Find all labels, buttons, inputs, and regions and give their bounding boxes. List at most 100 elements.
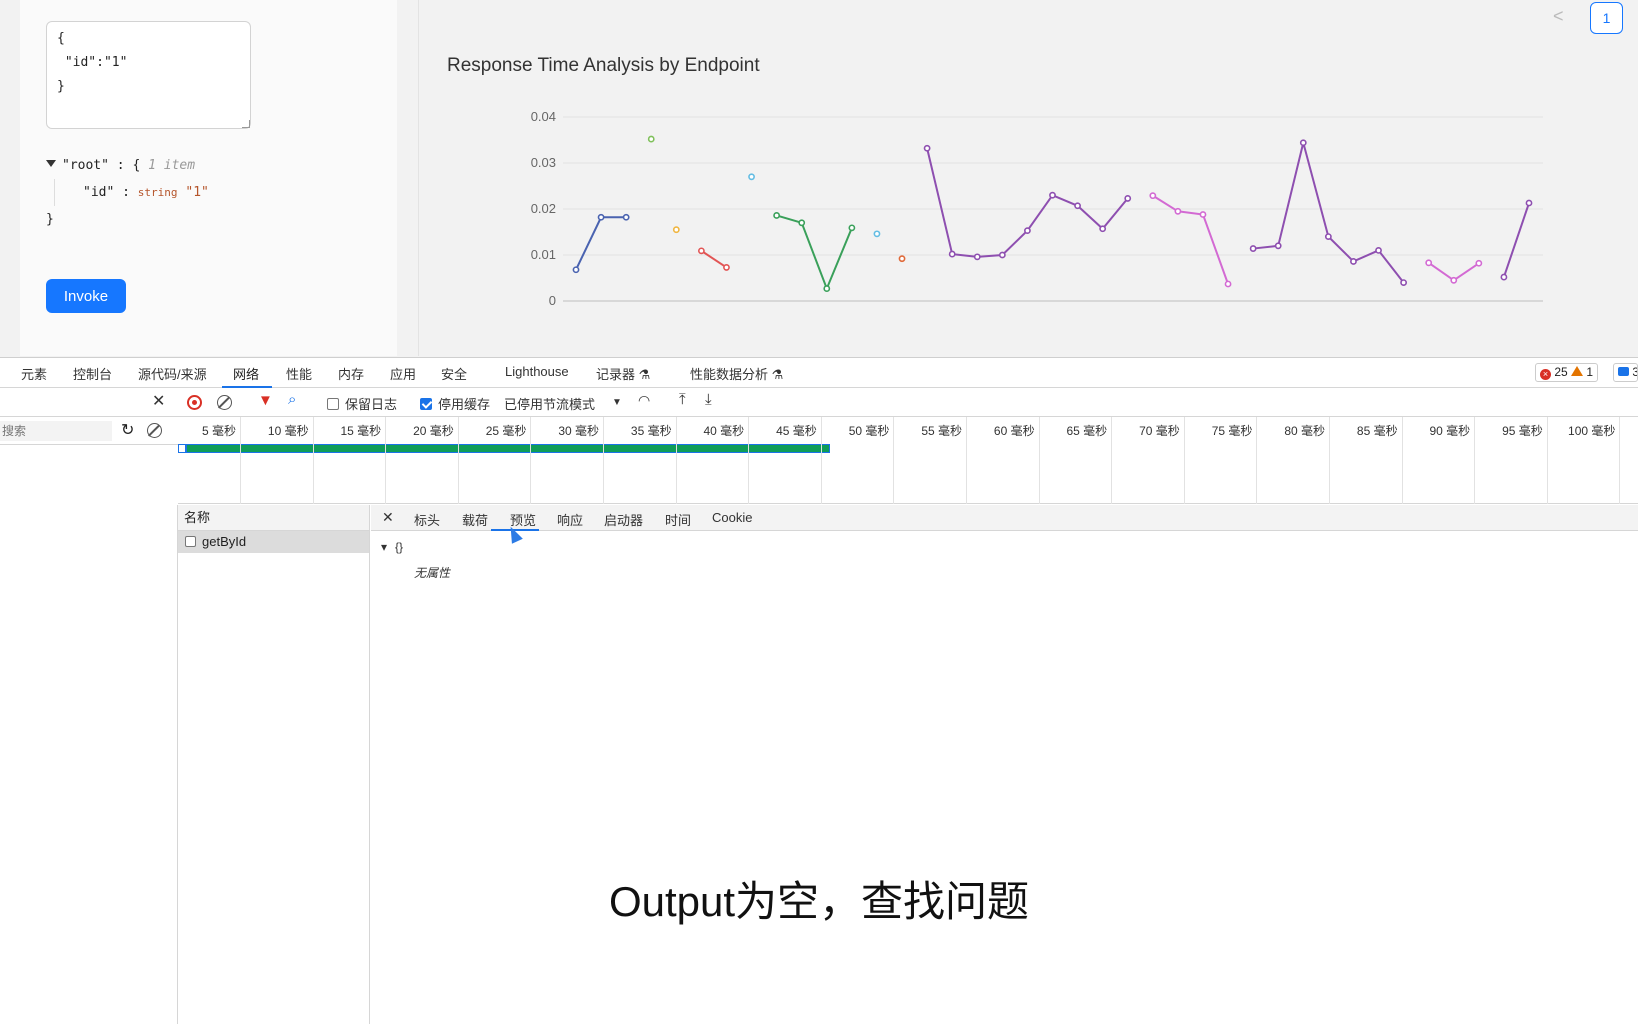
data-point[interactable] <box>1174 207 1182 215</box>
network-timeline[interactable]: 5 毫秒 10 毫秒 15 毫秒 20 毫秒 25 毫秒 30 毫秒 35 毫秒 40 毫秒 4… <box>178 417 1638 504</box>
tab-response[interactable]: 响应 <box>557 510 583 529</box>
pagination-page-1[interactable]: 1 <box>1590 2 1623 34</box>
timeline-tick-line <box>385 417 387 504</box>
data-point[interactable] <box>798 219 806 227</box>
series-line <box>575 216 627 271</box>
data-point[interactable] <box>597 213 605 221</box>
throttle-select[interactable]: 已停用节流模式 <box>504 394 595 413</box>
data-point[interactable] <box>848 224 856 232</box>
preview-caret-icon[interactable]: ▾ <box>381 540 387 554</box>
data-point[interactable] <box>1350 258 1357 265</box>
data-point[interactable] <box>1199 211 1207 218</box>
data-point[interactable] <box>1224 280 1232 288</box>
tab-headers[interactable]: 标头 <box>414 510 440 529</box>
data-point[interactable] <box>1099 225 1107 233</box>
tab-cookies[interactable]: Cookie <box>712 510 752 525</box>
network-conditions-icon[interactable]: ◠ <box>638 392 650 409</box>
data-point[interactable] <box>1074 202 1081 210</box>
tab-security[interactable]: 安全 <box>441 364 467 383</box>
request-list: 名称 getById <box>178 505 370 1024</box>
disable-cache-label: 停用缓存 <box>438 397 491 412</box>
data-point[interactable] <box>1450 276 1458 284</box>
data-point[interactable] <box>1525 199 1533 207</box>
request-name: getById <box>202 534 247 549</box>
data-point[interactable] <box>1375 246 1382 254</box>
messages-badge[interactable]: 3 <box>1613 363 1638 382</box>
data-point[interactable] <box>1249 245 1257 252</box>
preserve-log-checkbox[interactable]: 保留日志 <box>327 394 397 413</box>
tab-performance-insights[interactable]: 性能数据分析 ⚗ <box>690 364 783 383</box>
request-row[interactable]: getById <box>178 531 369 553</box>
timeline-tick-line <box>1401 417 1403 504</box>
checkbox-icon <box>327 398 339 410</box>
data-point[interactable] <box>622 213 630 221</box>
close-icon[interactable]: ✕ <box>152 391 165 411</box>
name-column-header[interactable]: 名称 <box>178 505 369 531</box>
filter-row: ↻ <box>0 417 178 445</box>
data-point[interactable] <box>572 266 580 274</box>
data-point[interactable] <box>773 212 781 219</box>
export-icon[interactable]: ⤓ <box>705 391 712 408</box>
data-point[interactable] <box>898 255 906 263</box>
data-point[interactable] <box>1425 259 1433 267</box>
timeline-tick-line <box>1038 417 1040 504</box>
tab-performance[interactable]: 性能 <box>286 364 312 383</box>
data-point[interactable] <box>748 173 755 181</box>
data-point[interactable] <box>1299 139 1307 147</box>
clear-search-icon[interactable] <box>147 423 162 438</box>
timeline-tick-line <box>240 417 241 504</box>
timeline-tick-label: 30 毫秒 <box>558 424 599 438</box>
tab-lighthouse[interactable]: Lighthouse <box>505 364 569 379</box>
data-point[interactable] <box>1400 279 1408 286</box>
tab-recorder[interactable]: 记录器 ⚗ <box>596 364 650 383</box>
data-point[interactable] <box>973 253 981 261</box>
tab-elements[interactable]: 元素 <box>21 364 47 383</box>
data-point[interactable] <box>873 230 881 238</box>
clear-icon[interactable] <box>217 395 232 410</box>
data-point[interactable] <box>723 264 730 271</box>
series-line <box>1253 142 1405 284</box>
data-point[interactable] <box>1324 233 1332 240</box>
data-point[interactable] <box>1274 242 1282 250</box>
y-tick-label: 0.03 <box>531 155 556 170</box>
tab-timing[interactable]: 时间 <box>665 510 691 529</box>
search-input[interactable] <box>0 421 112 441</box>
data-point[interactable] <box>1124 195 1132 202</box>
data-point[interactable] <box>823 285 831 292</box>
tab-console[interactable]: 控制台 <box>73 364 112 383</box>
dropdown-caret-icon[interactable]: ▼ <box>612 397 622 408</box>
search-icon[interactable]: ⌕ <box>288 391 296 408</box>
filter-icon[interactable]: ▼ <box>258 392 273 409</box>
data-point[interactable] <box>1500 273 1508 281</box>
data-point[interactable] <box>1475 259 1483 267</box>
import-icon[interactable]: ⤒ <box>679 391 686 408</box>
pagination-prev-button[interactable]: < <box>1553 6 1564 27</box>
data-point[interactable] <box>923 144 931 152</box>
refresh-icon[interactable]: ↻ <box>121 420 134 440</box>
tab-sources[interactable]: 源代码/来源 <box>138 364 207 383</box>
timeline-tick-line <box>748 417 750 504</box>
tab-payload[interactable]: 载荷 <box>462 510 488 529</box>
data-point[interactable] <box>647 135 655 143</box>
timeline-bar-start <box>178 444 186 453</box>
data-point[interactable] <box>672 226 680 234</box>
tab-memory[interactable]: 内存 <box>338 364 364 383</box>
tab-network[interactable]: 网络 <box>233 364 259 383</box>
record-icon[interactable] <box>187 395 202 410</box>
left-empty-pane <box>0 505 178 1024</box>
message-count: 3 <box>1632 365 1637 379</box>
data-point[interactable] <box>1049 191 1056 199</box>
data-point[interactable] <box>948 250 956 258</box>
data-point[interactable] <box>1149 192 1157 200</box>
tab-initiator[interactable]: 启动器 <box>604 510 643 529</box>
data-point[interactable] <box>1024 227 1031 235</box>
issues-badge[interactable]: × 25 1 <box>1535 363 1599 382</box>
data-point[interactable] <box>697 247 705 255</box>
timeline-tick-label: 80 毫秒 <box>1284 424 1325 438</box>
tab-application[interactable]: 应用 <box>390 364 416 383</box>
network-toolbar: ✕ ▼ ⌕ 保留日志 停用缓存 已停用节流模式 ▼ ◠ ⤒ ⤓ <box>0 388 1638 417</box>
disable-cache-checkbox[interactable]: 停用缓存 <box>420 394 490 413</box>
data-point[interactable] <box>998 251 1006 259</box>
close-detail-icon[interactable]: ✕ <box>382 509 394 526</box>
y-tick-label: 0.04 <box>531 109 556 124</box>
